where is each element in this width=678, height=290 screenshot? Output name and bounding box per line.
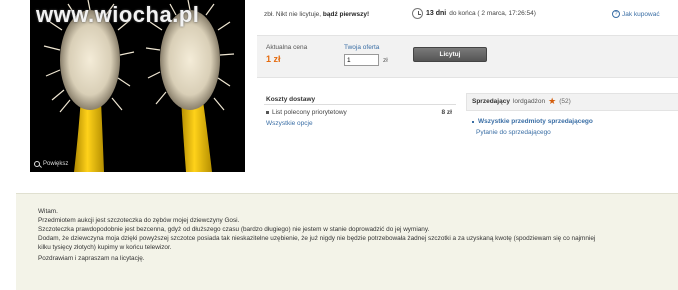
description-line: Przedmiotem aukcji jest szczoteczka do z… <box>38 217 240 224</box>
end-time-info: 13 dni do końca ( 2 marca, 17:26:54) <box>412 8 536 19</box>
all-shipping-options-link[interactable]: Wszystkie opcje <box>266 120 313 127</box>
seller-info: Sprzedający lordgadżon ★ (52) <box>472 96 571 106</box>
end-date: do końca ( 2 marca, 17:26:54) <box>449 10 536 17</box>
star-icon: ★ <box>548 96 557 106</box>
shipping-title: Koszty dostawy <box>266 96 316 103</box>
seller-rating[interactable]: (52) <box>559 98 571 105</box>
how-to-buy-label: Jak kupować <box>622 10 660 18</box>
seller-items-link[interactable]: Wszystkie przedmioty sprzedającego <box>472 118 593 125</box>
shipping-option: List polecony priorytetowy <box>272 109 347 116</box>
auction-page: www.wiocha.pl Powiększ zbł. Nikt nie lic… <box>0 0 678 290</box>
your-offer-label[interactable]: Twoja oferta <box>344 44 379 51</box>
zoom-label: Powiększ <box>43 161 69 167</box>
bids-text: zbł. Nikt nie licytuje, <box>264 11 323 18</box>
offer-unit: zł <box>383 57 388 64</box>
how-to-buy-link[interactable]: ? Jak kupować <box>612 10 660 18</box>
shipping-divider <box>264 104 456 105</box>
magnifier-icon <box>34 161 40 167</box>
description-line: Dodam, że dziewczyna moja dzięki powyższ… <box>38 235 596 242</box>
shipping-option-row: List polecony priorytetowy 8 zł <box>266 109 452 116</box>
ask-seller-link[interactable]: Pytanie do sprzedającego <box>476 129 551 136</box>
description-line: kilku tysięcy złotych) kupimy w końcu te… <box>38 244 172 251</box>
bids-info: zbł. Nikt nie licytuje, bądź pierwszy! <box>264 11 369 18</box>
watermark: www.wiocha.pl <box>36 2 200 27</box>
clock-icon <box>412 8 423 19</box>
seller-items-label: Wszystkie przedmioty sprzedającego <box>478 118 593 125</box>
description-line: Szczoteczka prawdopodobnie jest bezcenna… <box>38 226 430 233</box>
bids-cta: bądź pierwszy! <box>322 11 370 18</box>
time-left: 13 dni <box>426 10 447 17</box>
bullet-icon <box>266 110 269 114</box>
shipping-price: 8 zł <box>441 109 452 116</box>
seller-name[interactable]: lordgadżon <box>513 98 545 105</box>
zoom-link[interactable]: Powiększ <box>34 161 68 167</box>
help-icon: ? <box>612 10 620 18</box>
description-line: Pozdrawiam i zapraszam na licytację. <box>38 255 145 262</box>
offer-input[interactable] <box>344 54 379 66</box>
description-line: Witam. <box>38 208 58 215</box>
bid-button[interactable]: Licytuj <box>413 47 487 62</box>
bullet-icon <box>472 120 474 123</box>
current-price: 1 zł <box>266 54 281 64</box>
current-price-label: Aktualna cena <box>266 44 308 51</box>
description-box: Witam. Przedmiotem aukcji jest szczotecz… <box>16 193 678 290</box>
seller-label: Sprzedający <box>472 98 510 105</box>
product-photo[interactable]: www.wiocha.pl <box>30 0 245 172</box>
